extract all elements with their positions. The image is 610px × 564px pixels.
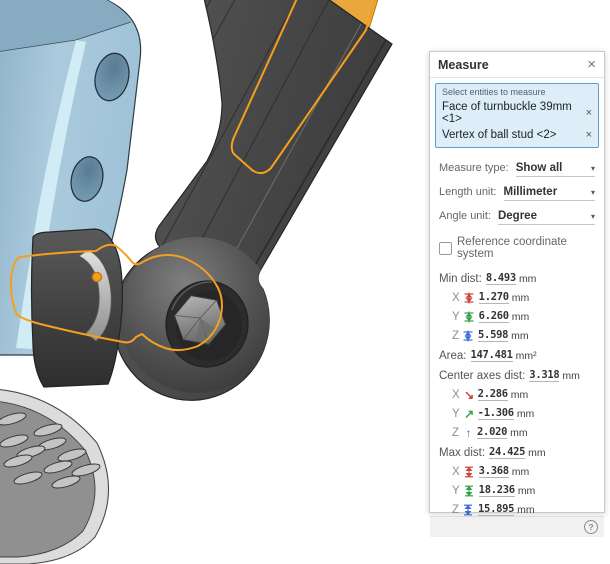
measure-type-label: Measure type: [439,162,509,174]
max-dist-x-row: X 3.368 mm [452,465,595,478]
min-dist-row: Min dist: 8.493 mm [439,272,595,285]
remove-entity-icon[interactable]: × [586,129,592,141]
disc-face [0,401,95,557]
angle-unit-label: Angle unit: [439,210,491,222]
measure-type-select[interactable]: Show all ▾ [516,162,595,177]
center-dist-z-row: Z ↑ 2.020 mm [452,426,595,439]
measurement-value[interactable]: 3.318 [529,369,559,382]
max-dist-z-row: Z 15.895 mm [452,503,595,516]
max-dist-icon [462,504,474,516]
angle-unit-select[interactable]: Degree ▾ [498,210,595,225]
panel-title: Measure [438,58,489,72]
center-dist-x-row: X ↘ 2.286 mm [452,388,595,401]
help-icon[interactable]: ? [584,520,598,534]
arrow-ne-icon: ↗ [463,408,476,420]
length-unit-select[interactable]: Millimeter ▾ [504,186,596,201]
selected-entity-row[interactable]: Vertex of ball stud <2> × [442,127,592,143]
selection-box[interactable]: Select entities to measure Face of turnb… [435,83,599,148]
selected-entity-row[interactable]: Face of turnbuckle 39mm <1> × [442,99,592,127]
max-dist-row: Max dist: 24.425 mm [439,446,595,459]
perforated-disc-part[interactable] [0,389,109,564]
min-dist-y-row: Y 6.260 mm [452,310,595,323]
length-unit-row: Length unit: Millimeter ▾ [430,186,604,201]
min-dist-icon [463,311,475,323]
measurement-value[interactable]: 8.493 [486,272,516,285]
ball-stud-vertex-marker [93,273,102,282]
panel-footer: ? [430,516,604,537]
measurement-value[interactable]: 147.481 [471,349,513,362]
measurement-value[interactable]: -1.306 [478,407,514,420]
min-dist-icon [462,330,474,342]
center-dist-y-row: Y ↗ -1.306 mm [452,407,595,420]
measure-type-row: Measure type: Show all ▾ [430,162,604,177]
max-dist-icon [463,466,475,478]
selected-entity-label: Face of turnbuckle 39mm <1> [442,101,586,125]
selected-entity-label: Vertex of ball stud <2> [442,129,556,141]
length-unit-label: Length unit: [439,186,497,198]
measurement-value[interactable]: 3.368 [479,465,509,478]
remove-entity-icon[interactable]: × [586,107,592,119]
close-icon[interactable]: × [587,59,596,71]
max-dist-icon [463,485,475,497]
measurement-value[interactable]: 18.236 [479,484,515,497]
arrow-up-icon: ↑ [462,427,475,439]
measurement-value[interactable]: 5.598 [478,329,508,342]
selection-box-label: Select entities to measure [442,87,592,97]
center-axes-dist-row: Center axes dist: 3.318 mm [439,369,595,382]
min-dist-x-row: X 1.270 mm [452,291,595,304]
measurement-value[interactable]: 2.286 [478,388,508,401]
reference-coordinate-checkbox[interactable] [439,242,452,255]
reference-coordinate-label: Reference coordinate system [457,236,595,260]
chevron-down-icon: ▾ [591,188,595,197]
chevron-down-icon: ▾ [591,212,595,221]
measurement-value[interactable]: 1.270 [479,291,509,304]
measure-panel: Measure × Select entities to measure Fac… [429,51,605,513]
angle-unit-row: Angle unit: Degree ▾ [430,210,604,225]
reference-coordinate-row: Reference coordinate system [439,236,595,260]
measurement-value[interactable]: 15.895 [478,503,514,516]
area-row: Area: 147.481 mm² [439,349,595,362]
measurement-value[interactable]: 6.260 [479,310,509,323]
panel-header: Measure × [430,52,604,78]
min-dist-icon [463,292,475,304]
min-dist-z-row: Z 5.598 mm [452,329,595,342]
arrow-se-icon: ↘ [463,389,476,401]
measurement-value[interactable]: 2.020 [477,426,507,439]
measurement-results: Min dist: 8.493 mm X 1.270 mm Y 6.260 mm… [430,262,604,516]
chevron-down-icon: ▾ [591,164,595,173]
measurement-value[interactable]: 24.425 [489,446,525,459]
max-dist-y-row: Y 18.236 mm [452,484,595,497]
